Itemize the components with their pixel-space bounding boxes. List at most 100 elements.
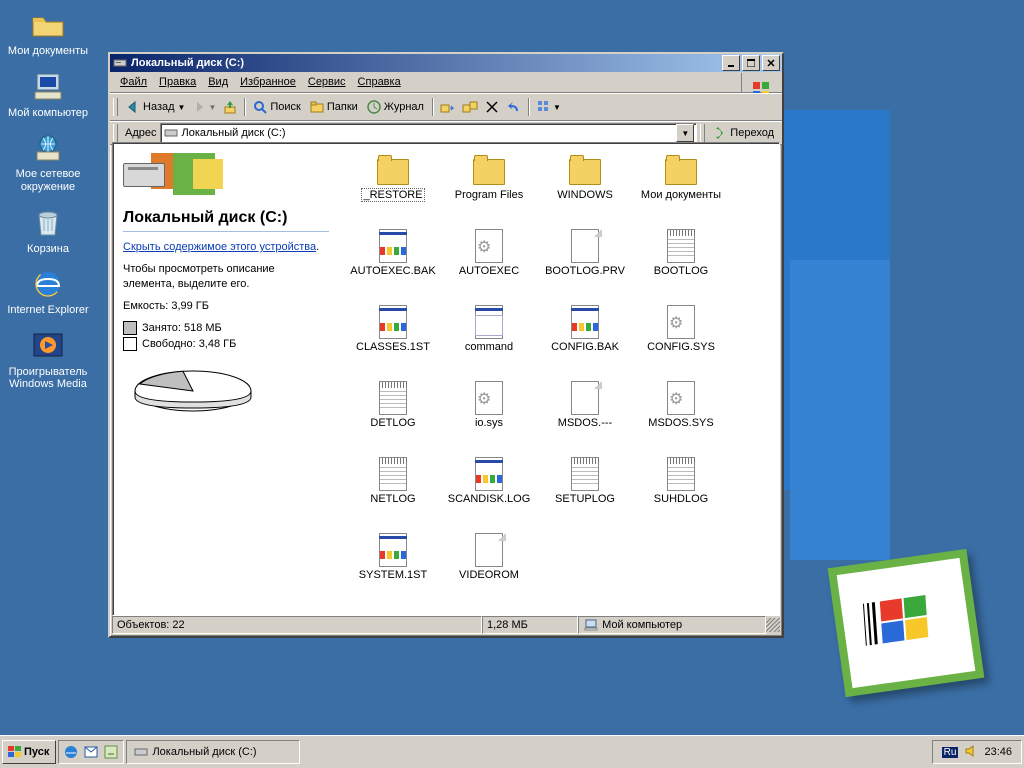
- media-player-icon: [31, 329, 65, 363]
- desktop-icon-network-places[interactable]: Мое сетевое окружение: [6, 131, 90, 193]
- file-label: SCANDISK.LOG: [441, 493, 537, 505]
- folder-icon: [376, 153, 410, 187]
- file-icon: [568, 229, 602, 263]
- copyto-button[interactable]: [459, 97, 481, 117]
- desktop-icon-internet-explorer[interactable]: Internet Explorer: [6, 267, 90, 317]
- file-item[interactable]: ⚙AUTOEXEC: [441, 229, 537, 303]
- maximize-button[interactable]: [742, 55, 760, 71]
- history-button[interactable]: Журнал: [363, 97, 429, 117]
- menu-file[interactable]: Файл: [114, 75, 153, 89]
- go-icon: [712, 125, 728, 141]
- used-swatch: [123, 321, 137, 335]
- file-item[interactable]: SYSTEM.1ST: [345, 533, 441, 607]
- file-label: CONFIG.BAK: [537, 341, 633, 353]
- desktop-icon-my-documents[interactable]: Мои документы: [6, 8, 90, 58]
- file-label: MSDOS.---: [537, 417, 633, 429]
- file-label: CONFIG.SYS: [633, 341, 729, 353]
- menu-help[interactable]: Справка: [352, 75, 407, 89]
- folders-button[interactable]: Папки: [306, 97, 363, 117]
- minimize-button[interactable]: [722, 55, 740, 71]
- ie-icon: [31, 267, 65, 301]
- desktop-icon-my-computer[interactable]: Мой компьютер: [6, 70, 90, 120]
- file-item[interactable]: ⚙MSDOS.SYS: [633, 381, 729, 455]
- file-icon: [664, 229, 698, 263]
- drive-icon: [123, 163, 165, 187]
- close-button[interactable]: [762, 55, 780, 71]
- resize-grip[interactable]: [766, 618, 780, 632]
- start-button[interactable]: Пуск: [2, 740, 56, 764]
- file-item[interactable]: SUHDLOG: [633, 457, 729, 531]
- file-list[interactable]: _RESTOREProgram FilesWINDOWSМои документ…: [339, 143, 779, 615]
- file-item[interactable]: Мои документы: [633, 153, 729, 227]
- taskbar-button-explorer[interactable]: Локальный диск (C:): [126, 740, 300, 764]
- forward-icon: [191, 99, 207, 115]
- ql-show-desktop[interactable]: [102, 743, 120, 761]
- menu-tools[interactable]: Сервис: [302, 75, 352, 89]
- file-icon: [568, 305, 602, 339]
- toolbar-grip[interactable]: [113, 98, 118, 116]
- desktop-icon-media-player[interactable]: Проигрыватель Windows Media: [6, 329, 90, 391]
- address-label: Адрес: [125, 127, 157, 139]
- file-icon: [376, 457, 410, 491]
- clock[interactable]: 23:46: [984, 746, 1012, 758]
- file-icon: [472, 305, 506, 339]
- windows-logo-tile: [828, 549, 985, 697]
- file-item[interactable]: _RESTORE: [345, 153, 441, 227]
- toolbar-grip[interactable]: [113, 124, 118, 142]
- folder-icon: [472, 153, 506, 187]
- file-item[interactable]: CONFIG.BAK: [537, 305, 633, 379]
- titlebar[interactable]: Локальный диск (C:): [110, 54, 782, 72]
- file-item[interactable]: ⚙io.sys: [441, 381, 537, 455]
- up-button[interactable]: [219, 97, 241, 117]
- language-indicator[interactable]: Ru: [942, 747, 959, 758]
- file-icon: ⚙: [472, 381, 506, 415]
- views-button[interactable]: ▼: [533, 97, 564, 117]
- address-dropdown-button[interactable]: ▼: [676, 124, 694, 142]
- menu-favorites[interactable]: Избранное: [234, 75, 302, 89]
- back-icon: [125, 99, 141, 115]
- address-combo[interactable]: Локальный диск (C:) ▼: [160, 123, 698, 143]
- desktop: Мои документы Мой компьютер Мое сетевое …: [0, 0, 1024, 768]
- drive-icon: [163, 125, 179, 141]
- undo-button[interactable]: [503, 97, 525, 117]
- network-icon: [31, 131, 65, 165]
- search-button[interactable]: Поиск: [249, 97, 305, 117]
- undo-icon: [506, 99, 522, 115]
- file-item[interactable]: BOOTLOG.PRV: [537, 229, 633, 303]
- go-button[interactable]: Переход: [709, 123, 779, 143]
- file-item[interactable]: WINDOWS: [537, 153, 633, 227]
- hide-contents-link[interactable]: Скрыть содержимое этого устройства: [123, 241, 316, 253]
- file-icon: [472, 457, 506, 491]
- file-item[interactable]: SETUPLOG: [537, 457, 633, 531]
- address-value: Локальный диск (C:): [182, 127, 286, 139]
- moveto-button[interactable]: [437, 97, 459, 117]
- file-item[interactable]: MSDOS.---: [537, 381, 633, 455]
- file-item[interactable]: BOOTLOG: [633, 229, 729, 303]
- file-item[interactable]: VIDEOROM: [441, 533, 537, 607]
- file-item[interactable]: command: [441, 305, 537, 379]
- file-item[interactable]: NETLOG: [345, 457, 441, 531]
- menu-view[interactable]: Вид: [202, 75, 234, 89]
- file-item[interactable]: SCANDISK.LOG: [441, 457, 537, 531]
- file-item[interactable]: AUTOEXEC.BAK: [345, 229, 441, 303]
- back-button[interactable]: Назад▼: [122, 97, 188, 117]
- file-item[interactable]: Program Files: [441, 153, 537, 227]
- toolbar-grip[interactable]: [700, 124, 705, 142]
- desktop-icon-recycle-bin[interactable]: Корзина: [6, 206, 90, 256]
- taskbar: Пуск Локальный диск (C:) Ru 23:46: [0, 735, 1024, 768]
- file-icon: [472, 533, 506, 567]
- dropdown-icon: ▼: [178, 103, 186, 112]
- forward-button[interactable]: ▼: [188, 97, 219, 117]
- volume-icon[interactable]: [964, 744, 978, 761]
- up-icon: [222, 99, 238, 115]
- search-icon: [252, 99, 268, 115]
- copyto-icon: [462, 99, 478, 115]
- file-item[interactable]: ⚙CONFIG.SYS: [633, 305, 729, 379]
- file-item[interactable]: CLASSES.1ST: [345, 305, 441, 379]
- ql-outlook[interactable]: [82, 743, 100, 761]
- status-objects: Объектов: 22: [112, 616, 482, 634]
- ql-ie[interactable]: [62, 743, 80, 761]
- file-item[interactable]: DETLOG: [345, 381, 441, 455]
- delete-button[interactable]: [481, 97, 503, 117]
- menu-edit[interactable]: Правка: [153, 75, 202, 89]
